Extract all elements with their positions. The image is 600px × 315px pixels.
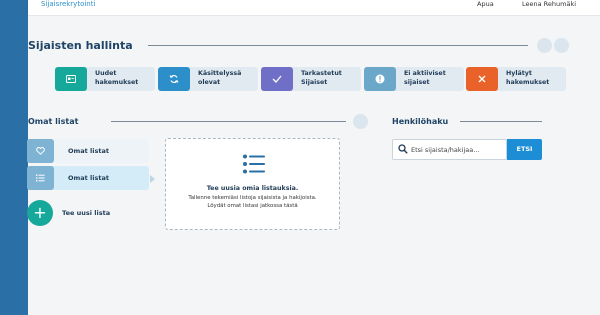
status-card-label: Tarkastetut Sijaiset [301,70,342,86]
lists-section-title: Omat listat [28,117,79,126]
list-icon [27,166,54,190]
add-list-label[interactable]: Tee uusi lista [62,209,110,217]
list-item-favorites[interactable]: Omat listat [27,139,149,163]
status-card-label: Uudet hakemukset [95,70,139,86]
top-bar: Sijaisrekrytointi Apua Leena Rehumäki [28,0,600,16]
list-icon [243,154,265,174]
empty-title: Tee uusia omia listauksia. [206,185,299,192]
close-icon [466,67,498,91]
user-menu[interactable]: Leena Rehumäki [522,0,576,8]
status-card-rejected[interactable]: Hylätyt hakemukset [466,67,566,91]
status-card-in-progress[interactable]: Käsittelyssä olevat [158,67,258,91]
app-title[interactable]: Sijaisrekrytointi [41,0,95,8]
check-icon [261,67,293,91]
exclamation-icon [364,67,396,91]
status-card-label: Ei aktiiviset sijaiset [404,70,446,86]
heart-icon [27,139,54,163]
search-input[interactable] [411,142,505,157]
list-item-own-lists[interactable]: Omat listat [27,166,149,190]
list-item-label: Omat listat [68,174,109,182]
search-button[interactable]: ETSI [507,139,542,160]
id-card-icon [55,67,87,91]
status-card-label: Hylätyt hakemukset [506,70,550,86]
refresh-icon [158,67,190,91]
empty-description: Tallenne tekemiäsi listoja sijaisista ja… [188,195,317,201]
help-link[interactable]: Apua [477,0,494,8]
header-circle-1[interactable] [537,38,552,53]
list-item-label: Omat listat [68,147,109,155]
lists-divider [111,121,346,122]
search-divider [460,121,542,122]
header-circle-2[interactable] [554,38,569,53]
sidebar [0,0,28,315]
empty-lists-panel: Tee uusia omia listauksia. Tallenne teke… [165,138,340,230]
status-card-new[interactable]: Uudet hakemukset [55,67,155,91]
search-icon [398,144,408,154]
title-divider [148,45,528,46]
status-card-label: Käsittelyssä olevat [198,70,242,86]
empty-hint: Löydät omat listasi jatkossa tästä [207,203,298,209]
status-card-checked[interactable]: Tarkastetut Sijaiset [261,67,361,91]
page-title: Sijaisten hallinta [28,39,133,52]
add-list-button[interactable]: + [27,200,53,226]
search-section-title: Henkilöhaku [392,117,449,126]
lists-circle-button[interactable] [353,114,368,129]
status-card-inactive[interactable]: Ei aktiiviset sijaiset [364,67,464,91]
selected-arrow [150,175,155,183]
search-field[interactable] [392,139,507,160]
